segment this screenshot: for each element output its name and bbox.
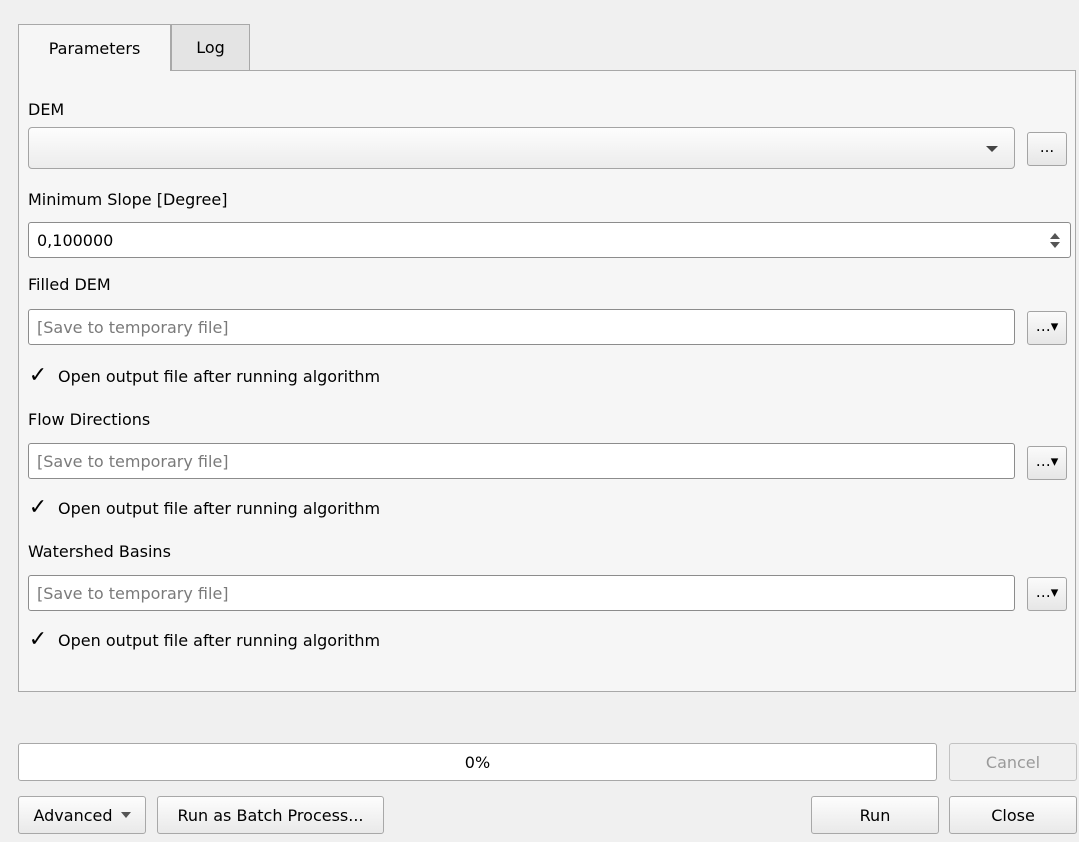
watershed-label: Watershed Basins [28, 542, 171, 561]
cancel-button[interactable]: Cancel [949, 743, 1077, 781]
tab-log[interactable]: Log [171, 24, 250, 70]
filled-dem-input[interactable] [29, 310, 1014, 344]
checkmark-icon: ✓ [28, 363, 48, 388]
filled-dem-save-button[interactable]: …▾ [1027, 311, 1067, 345]
checkmark-icon: ✓ [28, 495, 48, 520]
watershed-open-label: Open output file after running algorithm [58, 630, 381, 650]
chevron-down-icon [986, 146, 998, 152]
tab-parameters[interactable]: Parameters [18, 24, 171, 71]
min-slope-input[interactable] [29, 223, 1070, 257]
save-menu-icon: …▾ [1035, 452, 1059, 470]
progress-text: 0% [464, 752, 491, 772]
run-batch-button[interactable]: Run as Batch Process... [157, 796, 384, 834]
tab-parameters-label: Parameters [48, 38, 141, 58]
flow-dir-label: Flow Directions [28, 410, 151, 429]
progress-bar: 0% [18, 743, 937, 781]
dem-select[interactable] [28, 127, 1015, 169]
spin-arrows-icon[interactable] [1040, 223, 1070, 257]
min-slope-spinbox[interactable] [28, 222, 1071, 258]
flow-dir-save-button[interactable]: …▾ [1027, 446, 1067, 480]
flow-dir-field[interactable] [28, 443, 1015, 479]
min-slope-label: Minimum Slope [Degree] [28, 190, 228, 209]
save-menu-icon: …▾ [1035, 317, 1059, 335]
tab-log-label: Log [196, 38, 225, 57]
dem-label: DEM [28, 100, 65, 119]
save-menu-icon: …▾ [1035, 583, 1059, 601]
watershed-open-checkbox[interactable]: ✓ Open output file after running algorit… [28, 629, 380, 651]
dem-browse-button[interactable]: ... [1027, 132, 1067, 166]
spin-up-icon[interactable] [1050, 232, 1060, 239]
filled-dem-field[interactable] [28, 309, 1015, 345]
chevron-down-icon [120, 812, 131, 818]
checkmark-icon: ✓ [28, 627, 48, 652]
flow-dir-open-checkbox[interactable]: ✓ Open output file after running algorit… [28, 497, 380, 519]
filled-dem-label: Filled DEM [28, 275, 111, 294]
watershed-field[interactable] [28, 575, 1015, 611]
flow-dir-open-label: Open output file after running algorithm [58, 498, 381, 518]
flow-dir-input[interactable] [29, 444, 1014, 478]
browse-label: ... [1039, 138, 1055, 156]
advanced-label: Advanced [33, 805, 113, 825]
watershed-save-button[interactable]: …▾ [1027, 577, 1067, 611]
watershed-input[interactable] [29, 576, 1014, 610]
filled-dem-open-label: Open output file after running algorithm [58, 366, 381, 386]
advanced-button[interactable]: Advanced [18, 796, 146, 834]
close-button[interactable]: Close [949, 796, 1077, 834]
run-button[interactable]: Run [811, 796, 939, 834]
filled-dem-open-checkbox[interactable]: ✓ Open output file after running algorit… [28, 365, 380, 387]
spin-down-icon[interactable] [1050, 241, 1060, 248]
